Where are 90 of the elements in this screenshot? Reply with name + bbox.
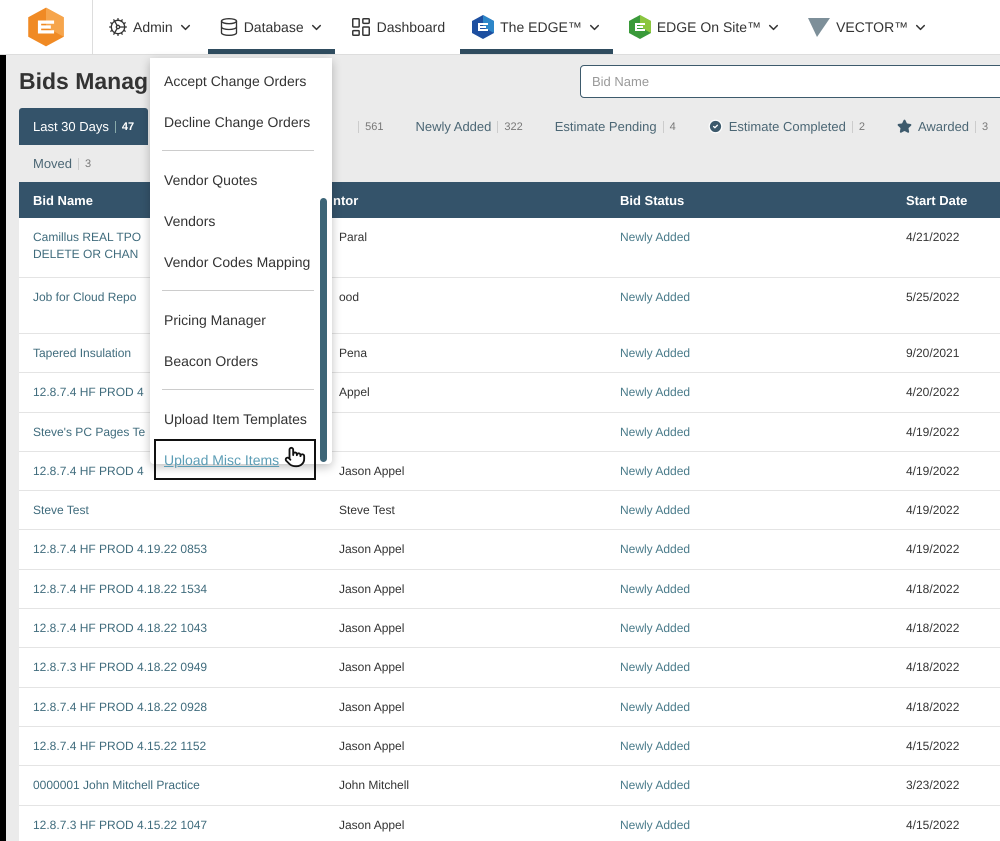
table-cell: Jason Appel bbox=[319, 688, 606, 727]
filter-label: Estimate Pending bbox=[554, 119, 657, 134]
logo-icon[interactable] bbox=[26, 6, 66, 48]
table-cell: Newly Added bbox=[606, 373, 892, 413]
filter-label: Estimate Completed bbox=[728, 119, 846, 134]
table-cell: 3/23/2022 bbox=[892, 766, 1000, 806]
table-cell: John Mitchell bbox=[319, 766, 606, 806]
column-header[interactable]: Start Date bbox=[892, 182, 1000, 218]
table-cell: Steve Test bbox=[319, 491, 606, 530]
table-cell: 4/18/2022 bbox=[892, 570, 1000, 610]
nav-menu-item[interactable]: The EDGE™ bbox=[460, 0, 613, 54]
table-cell: Newly Added bbox=[606, 491, 892, 530]
table-cell: Newly Added bbox=[606, 766, 892, 806]
menu-item[interactable]: Decline Change Orders bbox=[154, 101, 316, 142]
filter-count: 47 bbox=[114, 120, 134, 132]
table-cell: Jason Appel bbox=[319, 530, 606, 570]
check-circle-icon bbox=[708, 119, 723, 134]
table-cell: Jason Appel bbox=[319, 648, 606, 688]
filter-tab[interactable]: Last 30 Days 47 bbox=[19, 108, 148, 145]
table-cell: Jason Appel bbox=[319, 570, 606, 610]
hexagon-logo-icon bbox=[628, 14, 652, 40]
search-field[interactable]: Bid Name bbox=[580, 65, 1000, 98]
nav-menu-item[interactable]: Dashboard bbox=[338, 0, 456, 54]
filter-count: 561 bbox=[358, 120, 384, 132]
table-cell: 4/15/2022 bbox=[892, 806, 1000, 841]
table-cell: Newly Added bbox=[606, 412, 892, 452]
scrollbar-thumb[interactable] bbox=[320, 198, 327, 462]
table-cell: 12.8.7.4 HF PROD 4.18.22 0928 bbox=[19, 688, 319, 727]
table-cell: 12.8.7.4 HF PROD 4.18.22 1043 bbox=[19, 609, 319, 648]
table-cell: 12.8.7.3 HF PROD 4.15.22 1047 bbox=[19, 806, 319, 841]
filter-count: 3 bbox=[975, 120, 988, 132]
filter-label: Newly Added bbox=[415, 119, 492, 134]
menu-item[interactable]: Accept Change Orders bbox=[154, 60, 316, 101]
table-cell: Newly Added bbox=[606, 648, 892, 688]
column-header[interactable]: Bid Status bbox=[606, 182, 892, 218]
nav-menu-item[interactable]: VECTOR™ bbox=[796, 0, 940, 54]
table-cell: 4/18/2022 bbox=[892, 688, 1000, 727]
filter-label: Last 30 Days bbox=[33, 119, 109, 134]
table-cell: Newly Added bbox=[606, 452, 892, 492]
filter-count: 322 bbox=[497, 120, 523, 132]
table-cell: 4/20/2022 bbox=[892, 373, 1000, 413]
filter-tab[interactable]: Estimate Pending 4 bbox=[540, 108, 690, 145]
table-cell: 4/19/2022 bbox=[892, 412, 1000, 452]
filter-tab[interactable]: Awarded 3 bbox=[882, 108, 1000, 145]
table-cell: Newly Added bbox=[606, 570, 892, 610]
table-cell: Newly Added bbox=[606, 334, 892, 374]
page-title: Bids Manag bbox=[19, 68, 148, 95]
table-cell: Newly Added bbox=[606, 218, 892, 278]
database-icon bbox=[218, 17, 239, 37]
gear-icon bbox=[108, 17, 128, 37]
nav-menu-item[interactable]: EDGE On Site™ bbox=[616, 0, 792, 54]
table-cell: Newly Added bbox=[606, 278, 892, 334]
star-icon bbox=[896, 119, 912, 134]
filter-tab[interactable]: Estimate Completed 2 bbox=[694, 108, 879, 145]
table-cell: 4/19/2022 bbox=[892, 452, 1000, 492]
table-cell: 4/21/2022 bbox=[892, 218, 1000, 278]
table-cell: 4/19/2022 bbox=[892, 491, 1000, 530]
filter-tab[interactable]: Newly Added 322 bbox=[401, 108, 537, 145]
table-cell: Jason Appel bbox=[319, 609, 606, 648]
table-cell: 4/15/2022 bbox=[892, 726, 1000, 766]
table-cell: Newly Added bbox=[606, 530, 892, 570]
table-cell: Newly Added bbox=[606, 609, 892, 648]
table-cell: 12.8.7.4 HF PROD 4.15.22 1152 bbox=[19, 726, 319, 766]
menu-item[interactable]: Vendor Quotes bbox=[154, 159, 316, 200]
table-cell: 9/20/2021 bbox=[892, 334, 1000, 374]
dashboard-icon bbox=[350, 16, 372, 38]
table-cell: Newly Added bbox=[606, 806, 892, 841]
table-cell: Jason Appel bbox=[319, 726, 606, 766]
table-cell: 12.8.7.4 HF PROD 4.19.22 0853 bbox=[19, 530, 319, 570]
triangle-logo-icon bbox=[807, 16, 832, 38]
hexagon-logo-icon bbox=[471, 14, 496, 40]
table-cell: 12.8.7.4 HF PROD 4.18.22 1534 bbox=[19, 570, 319, 610]
table-cell: Newly Added bbox=[606, 688, 892, 727]
table-cell: Jason Appel bbox=[319, 806, 606, 841]
nav-menu-item[interactable]: Admin bbox=[97, 0, 204, 54]
filter-tab[interactable]: Moved 3 bbox=[19, 145, 106, 182]
table-cell: 4/18/2022 bbox=[892, 609, 1000, 648]
table-cell: 0000001 John Mitchell Practice bbox=[19, 766, 319, 806]
table-cell: 4/19/2022 bbox=[892, 530, 1000, 570]
table-cell: 5/25/2022 bbox=[892, 278, 1000, 334]
filter-count: 4 bbox=[662, 120, 676, 132]
filter-count: 2 bbox=[852, 120, 865, 132]
table-cell: Newly Added bbox=[606, 726, 892, 766]
filter-count: 3 bbox=[78, 158, 92, 170]
table-cell: Jason Appel bbox=[319, 452, 606, 492]
table-cell: 12.8.7.3 HF PROD 4.18.22 0949 bbox=[19, 648, 319, 688]
table-cell: Steve Test bbox=[19, 491, 319, 530]
table-cell: 4/18/2022 bbox=[892, 648, 1000, 688]
filter-label: Moved bbox=[33, 156, 72, 171]
filter-label: Awarded bbox=[918, 119, 970, 134]
